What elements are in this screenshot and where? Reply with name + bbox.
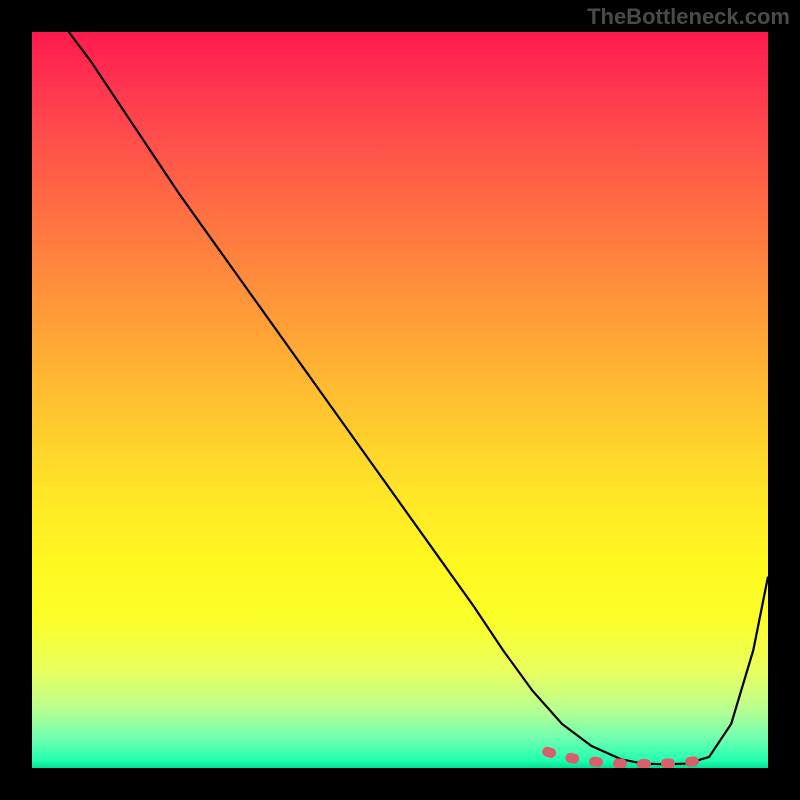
watermark-text: TheBottleneck.com	[587, 4, 790, 30]
main-curve	[69, 32, 768, 764]
plot-area	[32, 32, 768, 768]
curve-svg	[32, 32, 768, 768]
highlight-segment	[547, 752, 702, 764]
